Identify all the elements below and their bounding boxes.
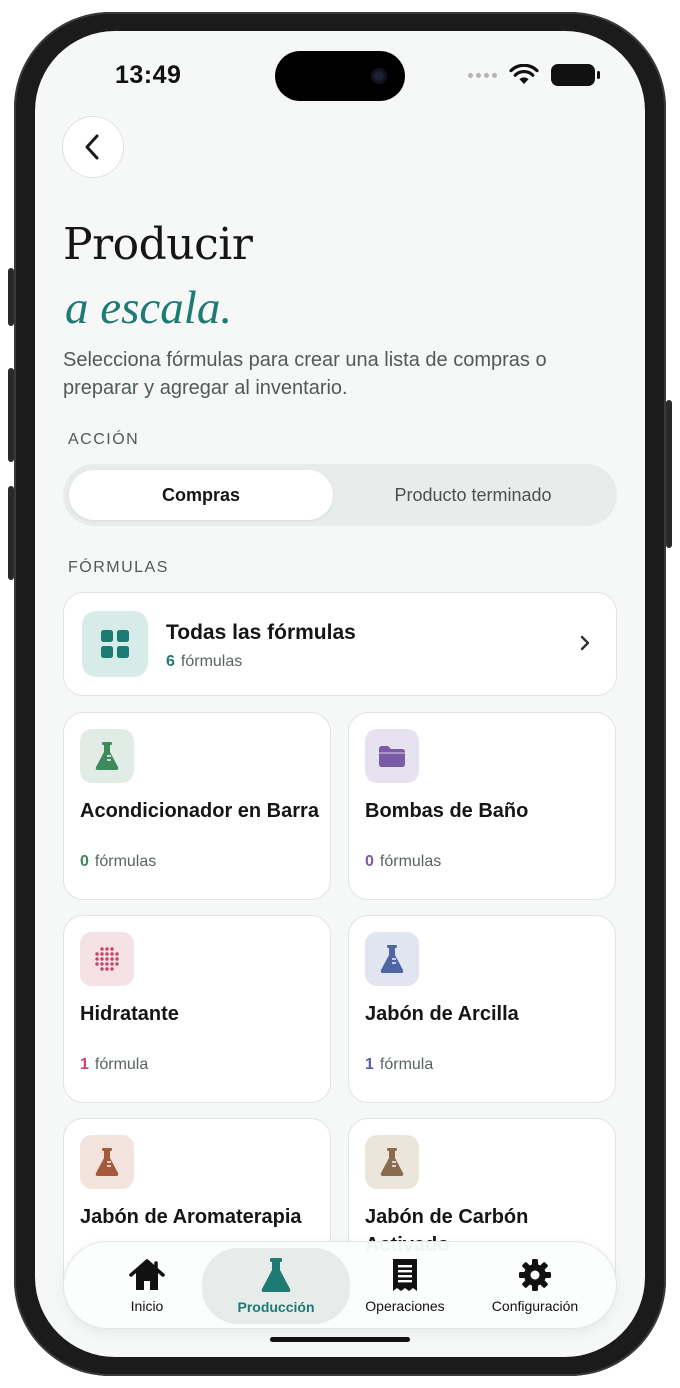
receipt-icon	[393, 1259, 417, 1291]
flask-icon	[80, 1135, 134, 1189]
grid-icon	[82, 611, 148, 677]
segment-producto-terminado[interactable]: Producto terminado	[335, 470, 611, 520]
volume-down-button	[8, 486, 14, 580]
folder-icon	[365, 729, 419, 783]
tab-bar: Inicio Producción Operaciones Configurac…	[63, 1241, 617, 1329]
gear-icon	[519, 1259, 551, 1291]
formula-category-card[interactable]: Jabón de Arcilla 1 fórmula	[348, 915, 616, 1103]
flask-icon	[261, 1258, 291, 1292]
chevron-left-icon	[85, 134, 99, 160]
formula-category-card[interactable]: Acondicionador en Barra 0 fórmulas	[63, 712, 331, 900]
action-section-label: ACCIÓN	[68, 431, 140, 448]
page-title: Producir	[63, 219, 253, 270]
page-description: Selecciona fórmulas para crear una lista…	[63, 349, 547, 399]
tab-label: Inicio	[130, 1298, 164, 1314]
formula-category-count: 0 fórmulas	[365, 853, 442, 870]
dynamic-island	[275, 51, 405, 101]
formula-category-count: 0 fórmulas	[80, 853, 157, 870]
back-button[interactable]	[62, 116, 124, 178]
formula-category-count: 1 fórmula	[365, 1056, 434, 1073]
battery-icon	[551, 64, 600, 86]
tab-inicio[interactable]: Inicio	[78, 1242, 216, 1330]
segment-compras[interactable]: Compras	[69, 470, 333, 520]
formula-category-name: Bombas de Baño	[365, 800, 529, 822]
signal-icon	[468, 72, 497, 78]
tab-label: Producción	[237, 1299, 315, 1315]
action-button	[8, 268, 14, 326]
formula-category-card[interactable]: Bombas de Baño 0 fórmulas	[348, 712, 616, 900]
formula-category-name: Acondicionador en Barra	[80, 800, 319, 822]
action-segmented-control: Compras Producto terminado	[63, 464, 617, 526]
flask-icon	[365, 1135, 419, 1189]
formula-category-name: Jabón de Arcilla	[365, 1003, 519, 1025]
home-indicator	[270, 1337, 410, 1342]
formula-category-count: 1 fórmula	[80, 1056, 149, 1073]
tab-label: Operaciones	[365, 1298, 445, 1314]
all-formulas-card[interactable]: Todas las fórmulas 6 fórmulas	[63, 592, 617, 696]
tab-produccion[interactable]: Producción	[202, 1248, 350, 1324]
dots-icon	[80, 932, 134, 986]
all-formulas-title: Todas las fórmulas	[166, 621, 356, 644]
tab-operaciones[interactable]: Operaciones	[336, 1242, 474, 1330]
volume-up-button	[8, 368, 14, 462]
power-button	[666, 400, 672, 548]
flask-icon	[365, 932, 419, 986]
page-subtitle: a escala.	[65, 282, 233, 334]
flask-icon	[80, 729, 134, 783]
formula-category-card[interactable]: Hidratante 1 fórmula	[63, 915, 331, 1103]
tab-label: Configuración	[491, 1298, 579, 1314]
formulas-section-label: FÓRMULAS	[68, 559, 169, 576]
tab-configuracion[interactable]: Configuración	[466, 1242, 604, 1330]
camera-icon	[371, 68, 387, 84]
app-screen: 13:49 Producir a escala. Selecciona fórm…	[35, 31, 645, 1357]
status-time: 13:49	[115, 61, 182, 89]
chevron-right-icon	[580, 635, 590, 651]
all-formulas-count: 6 fórmulas	[166, 653, 243, 670]
status-icons	[468, 64, 600, 86]
home-icon	[129, 1259, 165, 1290]
formula-category-name: Jabón de Aromaterapia	[80, 1206, 302, 1228]
formula-category-name: Hidratante	[80, 1003, 179, 1025]
wifi-icon	[509, 64, 539, 84]
